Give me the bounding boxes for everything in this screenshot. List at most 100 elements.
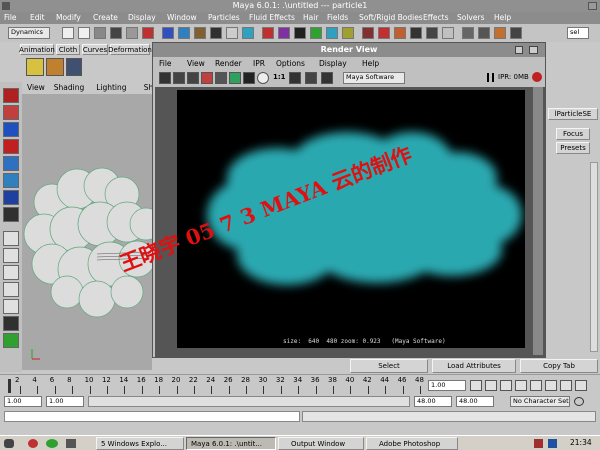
render-close-icon[interactable] [529,46,538,54]
status-tool-icon[interactable] [62,27,74,39]
status-tool-icon[interactable] [342,27,354,39]
tool-icon[interactable] [3,265,19,280]
status-tool-icon[interactable] [226,27,238,39]
render-tool-icon[interactable] [243,72,255,84]
status-tool-icon[interactable] [110,27,122,39]
status-tool-icon[interactable] [126,27,138,39]
render-minimize-icon[interactable] [515,46,523,54]
zoom-fit-icon[interactable] [289,72,301,84]
render-tool-icon[interactable] [159,72,171,84]
playback-control-icon[interactable] [485,380,497,391]
particle-tab[interactable]: lParticleSE [548,108,598,120]
playback-control-icon[interactable] [575,380,587,391]
status-tool-icon[interactable] [442,27,454,39]
rv-menu-render[interactable]: Render [215,59,242,68]
playback-control-icon[interactable] [560,380,572,391]
render-tool-icon[interactable] [187,72,199,84]
command-line[interactable] [4,411,300,422]
menu-item-help[interactable]: Help [494,12,511,24]
end-time-field[interactable]: 48.00 [414,396,452,407]
render-tool-icon[interactable] [257,72,269,84]
menu-item-create[interactable]: Create [93,12,118,24]
tool-icon[interactable] [3,316,19,331]
presets-button[interactable]: Presets [556,142,590,154]
launcher-icon-3[interactable] [66,439,76,448]
taskbar-item-explorer[interactable]: 5 Windows Explo... [96,437,184,450]
tool-icon[interactable] [3,282,19,297]
tool-icon[interactable] [3,231,19,246]
status-tool-icon[interactable] [394,27,406,39]
status-tool-icon[interactable] [242,27,254,39]
status-tool-icon[interactable] [94,27,106,39]
status-tool-icon[interactable] [462,27,474,39]
taskbar-item-maya[interactable]: Maya 6.0.1: .\untit... [186,437,276,450]
menu-item-hair[interactable]: Hair [303,12,318,24]
taskbar-item-photoshop[interactable]: Adobe Photoshop [366,437,458,450]
tool-icon[interactable] [3,299,19,314]
tool-icon[interactable] [3,122,19,137]
tool-icon[interactable] [3,105,19,120]
character-set-select[interactable]: No Character Set [510,396,570,407]
status-tool-icon[interactable] [278,27,290,39]
playback-control-icon[interactable] [500,380,512,391]
attr-scrollbar[interactable] [590,162,598,352]
status-tool-icon[interactable] [378,27,390,39]
rv-menu-display[interactable]: Display [319,59,347,68]
current-frame-marker[interactable] [8,379,11,393]
ipr-stop-icon[interactable] [532,72,542,82]
tool-icon[interactable] [3,173,19,188]
start-icon[interactable] [4,439,14,448]
rv-menu-help[interactable]: Help [362,59,379,68]
shelf-tab-deformation[interactable]: Deformation [108,44,152,55]
shelf-icon-1[interactable] [26,58,44,76]
menu-item-modify[interactable]: Modify [56,12,81,24]
menu-item-effects[interactable]: Effects [423,12,449,24]
shelf-tab-animation[interactable]: Animation [19,44,55,55]
status-tool-icon[interactable] [142,27,154,39]
status-tool-icon[interactable] [326,27,338,39]
shelf-tab-cloth[interactable]: Cloth [56,44,80,55]
tool-icon[interactable] [3,139,19,154]
menu-item-display[interactable]: Display [128,12,156,24]
menu-item-solvers[interactable]: Solvers [457,12,484,24]
render-scrollbar[interactable] [533,87,543,355]
start-time-field[interactable]: 1.00 [4,396,42,407]
taskbar-item-output[interactable]: Output Window [278,437,364,450]
load-attributes-button[interactable]: Load Attributes [432,359,516,373]
status-tool-icon[interactable] [426,27,438,39]
keep-image-icon[interactable] [321,72,333,84]
render-tool-icon[interactable] [201,72,213,84]
menu-item-window[interactable]: Window [167,12,197,24]
tool-icon[interactable] [3,333,19,348]
menu-item-fields[interactable]: Fields [327,12,348,24]
launcher-icon-1[interactable] [28,439,38,448]
status-tool-icon[interactable] [478,27,490,39]
key-icon[interactable] [574,397,584,406]
snapshot-icon[interactable] [305,72,317,84]
status-tool-icon[interactable] [294,27,306,39]
pause-icon[interactable] [487,73,494,82]
tool-icon[interactable] [3,207,19,222]
menu-item-file[interactable]: File [4,12,17,24]
tool-icon[interactable] [3,156,19,171]
tool-icon[interactable] [3,248,19,263]
range-slider[interactable] [88,396,410,407]
render-tool-icon[interactable] [173,72,185,84]
status-tool-icon[interactable] [510,27,522,39]
status-tool-icon[interactable] [78,27,90,39]
status-tool-icon[interactable] [362,27,374,39]
playback-control-icon[interactable] [470,380,482,391]
select-button[interactable]: Select [350,359,428,373]
time-slider[interactable]: 2 4 6 8 10 12 14 16 18 20 22 24 26 28 30 32 34 36 38 40 42 44… [0,374,600,394]
launcher-icon-2[interactable] [46,439,58,448]
status-tool-icon[interactable] [410,27,422,39]
status-tool-icon[interactable] [262,27,274,39]
copy-tab-button[interactable]: Copy Tab [520,359,598,373]
shelf-icon-2[interactable] [46,58,64,76]
panel-menu-view[interactable]: View [27,83,45,92]
status-tool-icon[interactable] [162,27,174,39]
status-tool-icon[interactable] [194,27,206,39]
tray-icon-2[interactable] [548,439,557,448]
status-tool-icon[interactable] [494,27,506,39]
sel-field[interactable]: sel [567,27,589,39]
